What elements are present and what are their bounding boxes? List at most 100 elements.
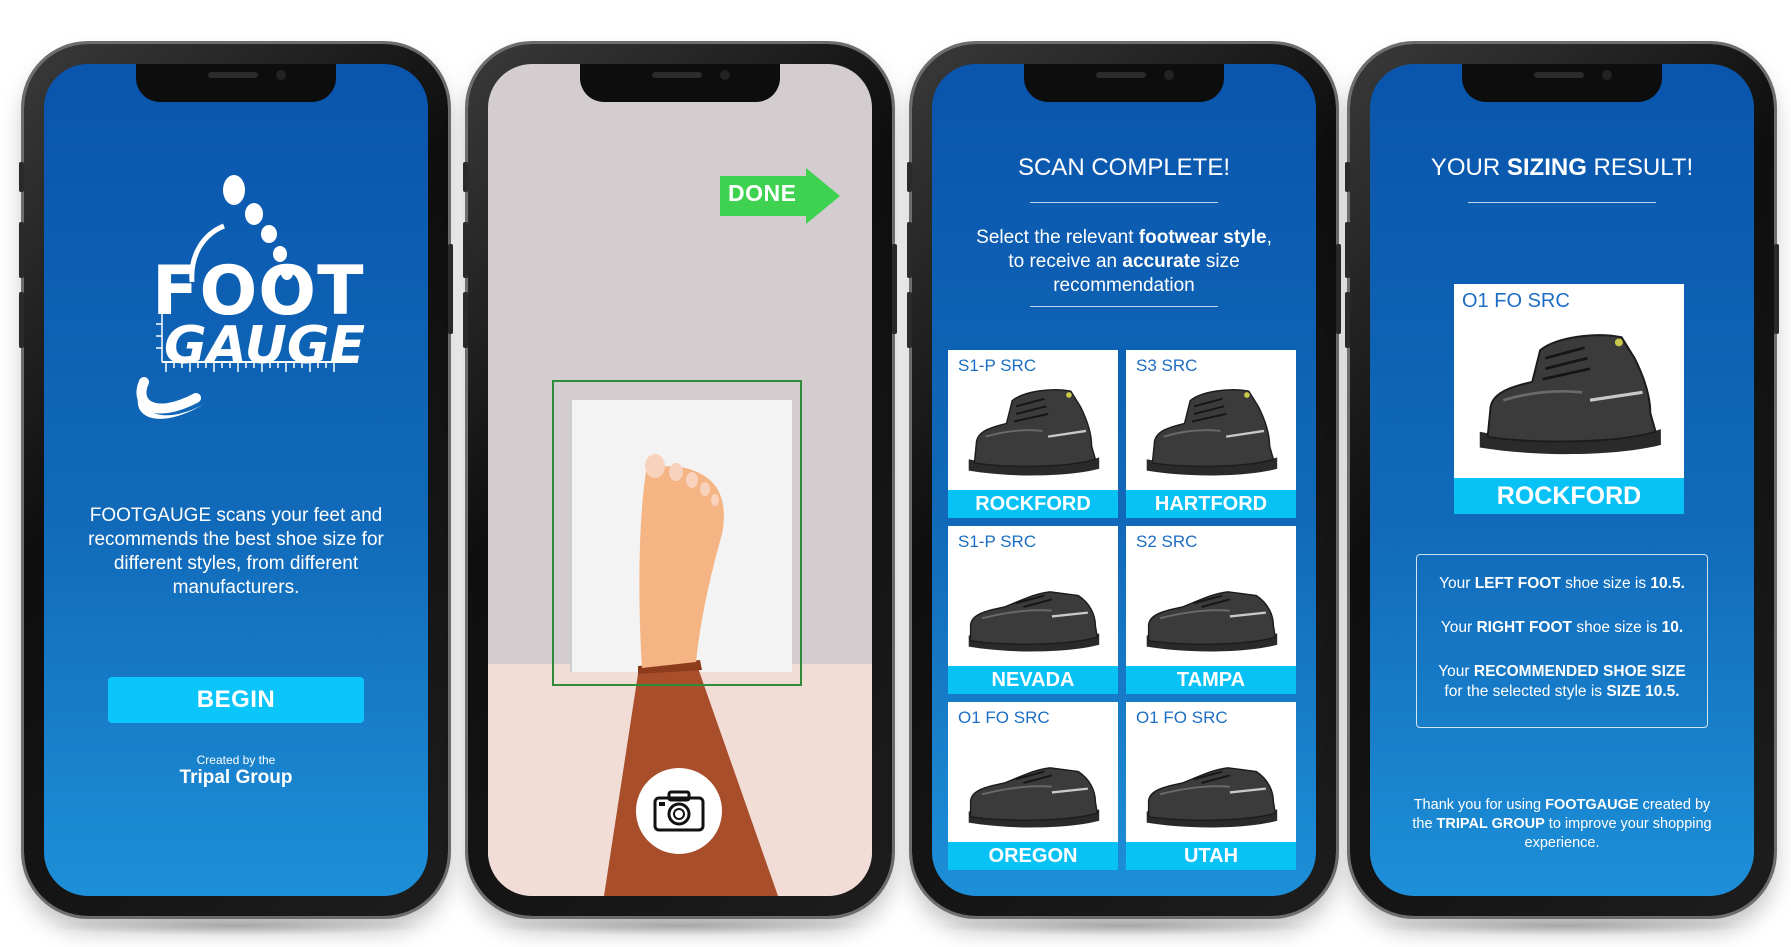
logo-word-gauge: GAUGE <box>164 316 366 376</box>
shoe-icon <box>968 767 1100 828</box>
title-scan: SCAN <box>1017 154 1085 181</box>
volume-up-button <box>1345 222 1350 278</box>
divider <box>1468 202 1656 203</box>
text: Your <box>1439 575 1475 592</box>
phone-shadow <box>46 916 426 936</box>
left-size-value: 10.5. <box>1650 575 1685 592</box>
instr-emphasis: accurate <box>1122 251 1201 272</box>
title-part: YOUR <box>1430 154 1507 181</box>
instr-emphasis: footwear style <box>1138 227 1267 248</box>
company-name: Tripal Group <box>179 767 293 788</box>
mute-switch <box>463 162 468 192</box>
shoe-code: O1 FO SRC <box>958 708 1050 727</box>
phone-shadow <box>934 916 1314 936</box>
footgauge-logo: FOOT GAUGE <box>104 164 374 434</box>
notch <box>1462 64 1662 102</box>
scan-frame <box>552 380 802 686</box>
boot-image <box>1464 310 1674 472</box>
notch <box>580 64 780 102</box>
phone-shadow <box>490 916 870 936</box>
result-name: ROCKFORD <box>1454 478 1684 514</box>
phone-camera: DONE <box>463 44 897 916</box>
text: shoe size is <box>1572 619 1662 636</box>
scan-complete-screen: SCAN COMPLETE! Select the relevant footw… <box>932 64 1316 896</box>
result-card: O1 FO SRC ROCKFORD <box>1454 284 1684 514</box>
shoe-name: TAMPA <box>1126 666 1296 694</box>
volume-down-button <box>1345 292 1350 348</box>
shoe-card[interactable]: S1-P SRC NEVADA <box>948 526 1118 694</box>
right-foot-label: RIGHT FOOT <box>1476 619 1573 636</box>
text: Your <box>1440 619 1477 636</box>
right-foot-size: Your RIGHT FOOT shoe size is 10. <box>1417 619 1707 637</box>
scan-complete-title: SCAN COMPLETE! <box>932 154 1316 182</box>
text: for the selected style is <box>1444 683 1607 700</box>
welcome-screen: FOOT GAUGE FOOTGAUGE scans your feet and… <box>44 64 428 896</box>
instructions: Select the relevant footwear style, to r… <box>972 226 1276 298</box>
recommended-label: RECOMMENDED SHOE SIZE <box>1473 663 1686 680</box>
title-part: RESULT! <box>1586 154 1694 181</box>
shoe-card[interactable]: O1 FO SRC OREGON <box>948 702 1118 870</box>
left-foot-size: Your LEFT FOOT shoe size is 10.5. <box>1417 575 1707 593</box>
shoe-card[interactable]: S1-P SRC ROCKFORD <box>948 350 1118 518</box>
shoe-image <box>1134 730 1288 834</box>
shoe-code: S2 SRC <box>1136 532 1198 551</box>
power-button <box>892 244 897 334</box>
volume-down-button <box>19 292 24 348</box>
text: Your <box>1438 663 1474 680</box>
shoe-image <box>956 554 1110 658</box>
shoe-code: O1 FO SRC <box>1136 708 1228 727</box>
mute-switch <box>19 162 24 192</box>
mute-switch <box>907 162 912 192</box>
mute-switch <box>1345 162 1350 192</box>
done-label[interactable]: DONE <box>728 180 796 207</box>
brand-name: FOOTGAUGE <box>1545 797 1639 813</box>
recommended-size-line2: for the selected style is SIZE 10.5. <box>1417 683 1707 701</box>
power-button <box>1336 244 1341 334</box>
shoe-name: UTAH <box>1126 842 1296 870</box>
shoe-name: OREGON <box>948 842 1118 870</box>
company-name: TRIPAL GROUP <box>1436 816 1545 832</box>
boot-icon <box>1479 334 1661 455</box>
volume-down-button <box>907 292 912 348</box>
sizing-result-title: YOUR SIZING RESULT! <box>1370 154 1754 182</box>
phone-welcome: FOOT GAUGE FOOTGAUGE scans your feet and… <box>19 44 453 916</box>
volume-down-button <box>463 292 468 348</box>
shoe-name: NEVADA <box>948 666 1118 694</box>
volume-up-button <box>19 222 24 278</box>
right-size-value: 10. <box>1661 619 1684 636</box>
text: to improve your shopping experience. <box>1524 816 1712 851</box>
shoe-code: S1-P SRC <box>958 356 1037 375</box>
text: Thank you for using <box>1413 797 1546 813</box>
text: shoe size is <box>1560 575 1651 592</box>
sizing-result-screen: YOUR SIZING RESULT! O1 FO SRC ROCKFORD Y… <box>1370 64 1754 896</box>
boot-icon <box>1146 389 1278 476</box>
title-sizing: SIZING <box>1506 154 1587 181</box>
notch <box>136 64 336 102</box>
shoe-card[interactable]: O1 FO SRC UTAH <box>1126 702 1296 870</box>
thank-you-text: Thank you for using FOOTGAUGE created by… <box>1410 796 1714 853</box>
shoe-icon <box>968 591 1100 652</box>
notch <box>1024 64 1224 102</box>
camera-icon <box>653 790 705 832</box>
volume-up-button <box>907 222 912 278</box>
begin-button[interactable]: BEGIN <box>108 677 364 723</box>
title-complete: COMPLETE! <box>1084 154 1231 181</box>
shoe-card[interactable]: S2 SRC TAMPA <box>1126 526 1296 694</box>
shoe-image <box>956 730 1110 834</box>
shoe-code: S3 SRC <box>1136 356 1198 375</box>
shoe-icon <box>1146 591 1278 652</box>
phone-selection: SCAN COMPLETE! Select the relevant footw… <box>907 44 1341 916</box>
intro-brand: FOOTGAUGE <box>89 505 212 526</box>
shoe-code: S1-P SRC <box>958 532 1037 551</box>
shutter-button[interactable] <box>636 768 722 854</box>
power-button <box>1774 244 1779 334</box>
recommended-size: Your RECOMMENDED SHOE SIZE <box>1417 663 1707 681</box>
created-by-label: Created by the <box>196 753 276 767</box>
divider-top <box>1030 202 1218 203</box>
shoe-image <box>1134 554 1288 658</box>
recommended-size-value: SIZE 10.5. <box>1606 683 1680 700</box>
intro-text: FOOTGAUGE scans your feet and recommends… <box>74 504 398 600</box>
divider-bottom <box>1030 306 1218 307</box>
shoe-icon <box>1146 767 1278 828</box>
shoe-card[interactable]: S3 SRC HARTFORD <box>1126 350 1296 518</box>
